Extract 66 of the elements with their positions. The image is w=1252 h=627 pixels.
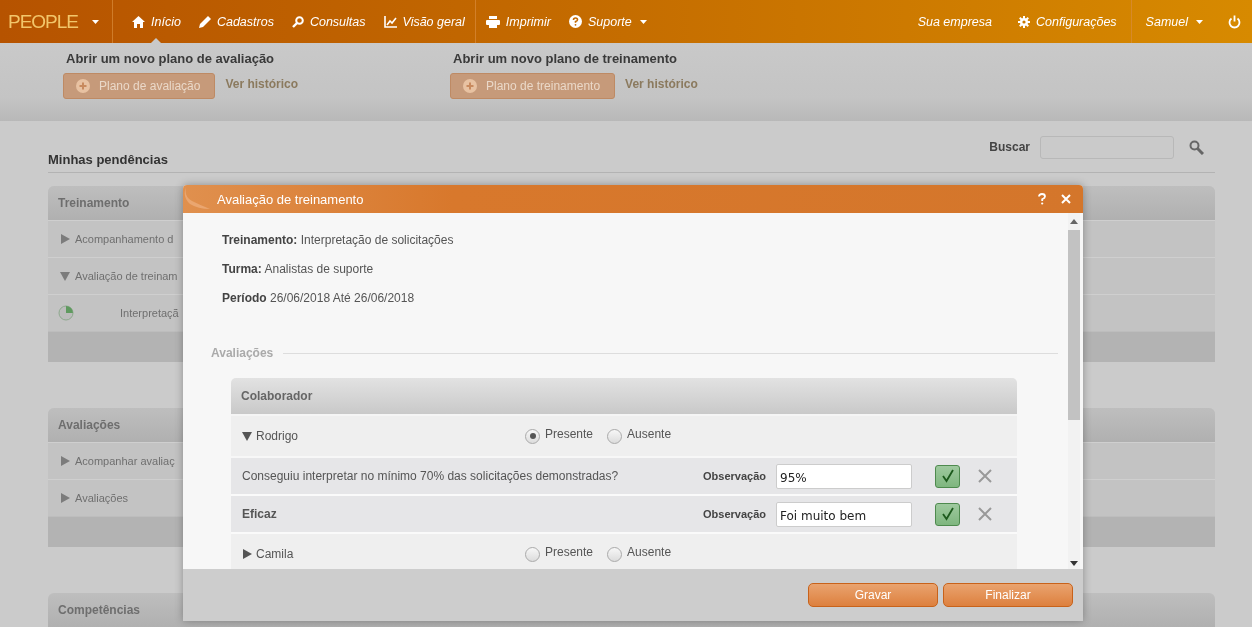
section-legend: Avaliações [195, 346, 284, 360]
observation-label: Observação [703, 470, 766, 482]
section-heading: Abrir um novo plano de treinamento [452, 51, 678, 66]
panel-title: Avaliações [58, 418, 121, 432]
observation-field[interactable]: 95% [776, 463, 912, 489]
radio-option[interactable]: Presente [525, 424, 594, 444]
settings-icon [1018, 15, 1030, 28]
help-icon [568, 15, 582, 28]
reject-button[interactable] [978, 469, 992, 483]
pie-chart-icon [58, 305, 74, 321]
arrow-up-icon [1070, 219, 1078, 224]
person-name[interactable]: Camila [242, 547, 525, 561]
section-title: Minhas pendências [48, 151, 168, 167]
nav-link[interactable]: Imprimir [476, 0, 560, 43]
reject-button[interactable] [978, 507, 992, 521]
nav-link[interactable]: Suporte [559, 0, 656, 43]
power-icon [1227, 14, 1241, 29]
printer-icon [485, 15, 500, 28]
arrow-down-icon [1070, 561, 1078, 566]
dialog-title: Avaliação de treinamento [217, 191, 365, 207]
check-icon [940, 507, 955, 521]
observation-field[interactable]: Foi muito bem [776, 501, 912, 527]
radio-option[interactable]: Ausente [607, 542, 672, 562]
nav-link[interactable]: Início [123, 0, 190, 43]
search-icon[interactable] [1189, 139, 1204, 155]
dialog-button[interactable]: Finalizar [943, 583, 1073, 607]
panel-title: Treinamento [58, 196, 130, 210]
history-link[interactable]: Ver histórico [225, 77, 299, 91]
info-line: Período 26/06/2018 Até 26/06/2018 [221, 291, 416, 307]
close-icon [1061, 194, 1071, 204]
search-label: Buscar [989, 140, 1030, 154]
radio-option[interactable]: Ausente [607, 424, 672, 444]
plus-icon [463, 79, 477, 93]
person-name[interactable]: Rodrigo [242, 429, 525, 443]
search-icon [291, 15, 304, 28]
info-line: Turma: Analistas de suporte [221, 262, 375, 278]
nav-link[interactable]: Consultas [282, 0, 375, 43]
check-icon [940, 469, 955, 483]
nav-link[interactable]: Sua empresa [904, 0, 1005, 43]
observation-label: Observação [703, 508, 766, 520]
info-line: Treinamento: Interpretação de solicitações [221, 233, 455, 249]
panel-title: Competências [58, 603, 141, 617]
help-icon [1038, 193, 1046, 205]
radio-option[interactable]: Presente [525, 542, 594, 562]
history-link[interactable]: Ver histórico [625, 77, 698, 91]
dialog-button[interactable]: Gravar [808, 583, 938, 607]
caret-icon [92, 19, 100, 24]
result-label: Eficaz [242, 507, 278, 521]
scrollbar[interactable] [1068, 213, 1080, 569]
approve-button[interactable] [935, 502, 960, 526]
chart-icon [383, 15, 397, 28]
user-menu[interactable]: Samuel [1132, 0, 1216, 43]
section-heading: Abrir um novo plano de avaliação [65, 51, 276, 66]
question-text: Conseguiu interpretar no mínimo 70% das solicitações demonstradas? [242, 469, 620, 483]
nav-link[interactable]: Configurações [1005, 0, 1130, 43]
cross-icon [978, 507, 992, 521]
caret-icon [1196, 19, 1203, 24]
home-icon [132, 15, 146, 28]
column-header: Colaborador [241, 389, 313, 403]
nav-link[interactable]: Cadastros [189, 0, 283, 43]
brand-menu[interactable]: PEOPLE [0, 0, 112, 43]
nav-link[interactable]: Visão geral [374, 0, 474, 43]
approve-button[interactable] [935, 464, 960, 488]
pencil-icon [198, 15, 211, 28]
plus-icon [76, 79, 90, 93]
cross-icon [978, 469, 992, 483]
